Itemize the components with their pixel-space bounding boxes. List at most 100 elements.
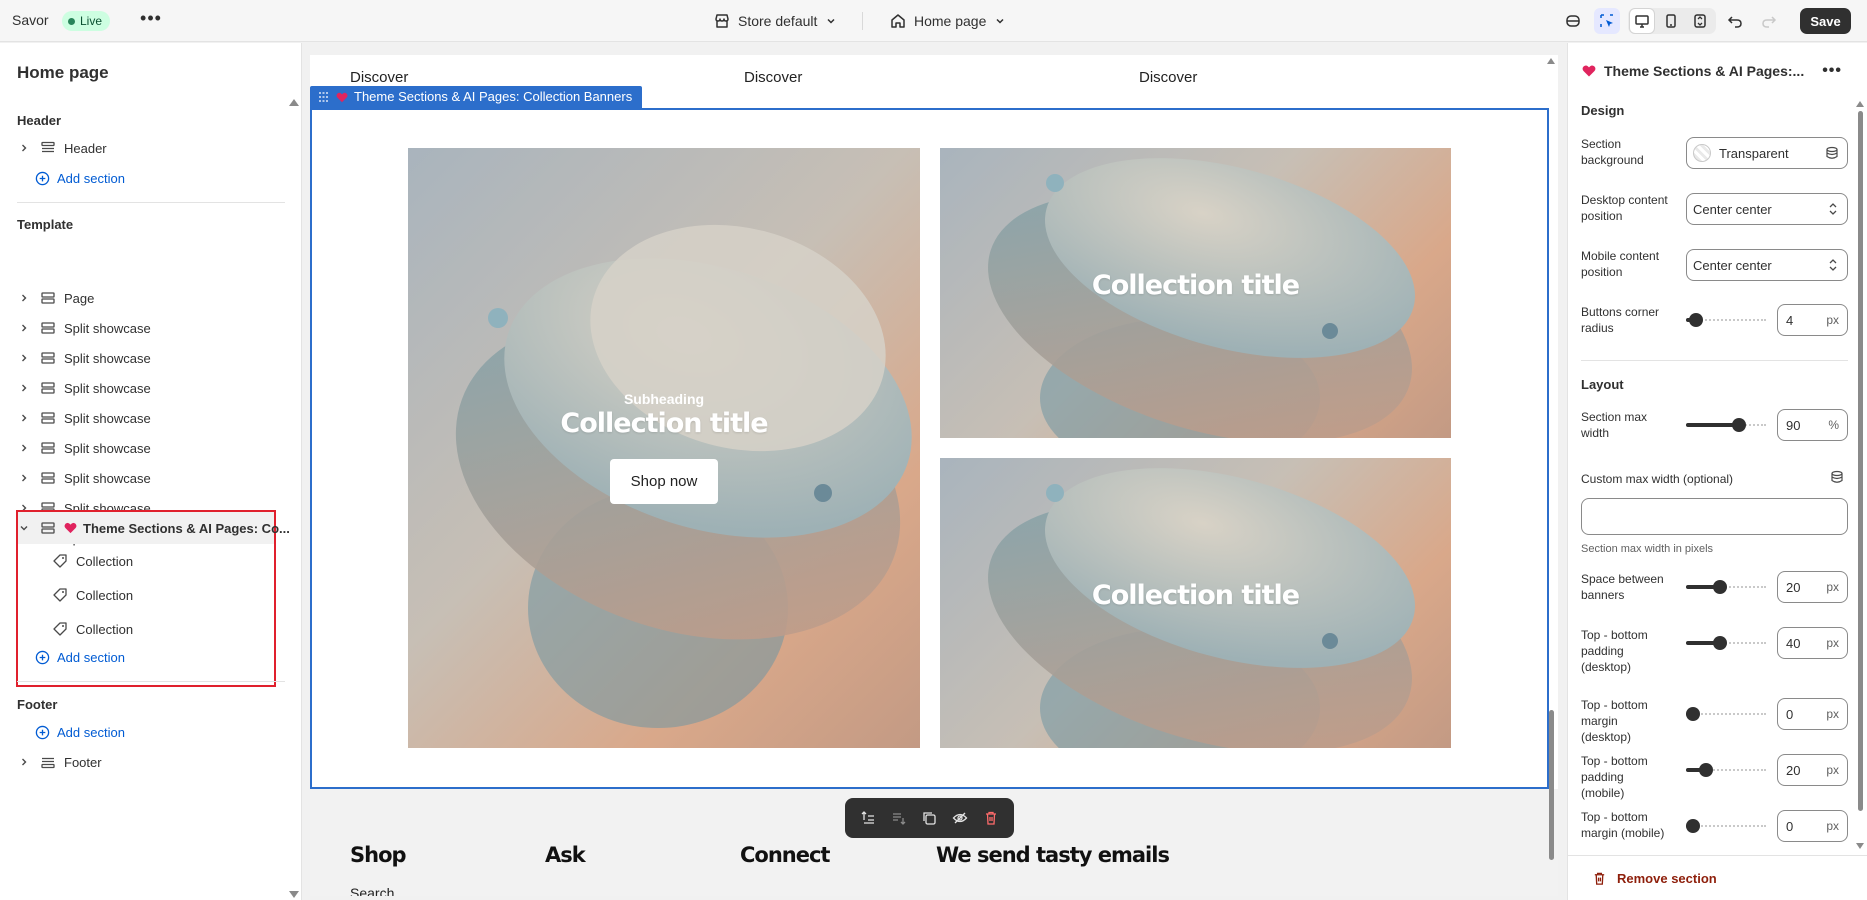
space-between-slider[interactable]	[1686, 580, 1766, 594]
section-background-picker[interactable]: Transparent	[1686, 137, 1848, 169]
theme-name: Savor	[12, 12, 49, 28]
space-between-input[interactable]: 20 px	[1777, 571, 1848, 603]
slider-knob[interactable]	[1686, 707, 1700, 721]
corner-radius-slider[interactable]	[1686, 313, 1766, 327]
delete-icon[interactable]	[979, 806, 1003, 830]
duplicate-icon[interactable]	[917, 806, 941, 830]
tree-item-split-showcase[interactable]: Split showcase	[18, 436, 151, 460]
add-circle-icon	[35, 725, 50, 739]
chevron-right-icon[interactable]	[18, 413, 30, 423]
add-section-template[interactable]: Add section	[35, 645, 125, 669]
nav-link[interactable]: Discover	[744, 69, 802, 86]
padding-mobile-slider[interactable]	[1686, 763, 1766, 777]
collection-banner[interactable]: Collection title	[940, 148, 1451, 438]
main-collection-banner[interactable]: Subheading Collection title Shop now	[408, 148, 920, 748]
unit-label: %	[1828, 418, 1839, 432]
block-collection[interactable]: Collection	[52, 583, 133, 607]
mobile-view-icon[interactable]	[1658, 8, 1684, 34]
undo-icon[interactable]	[1722, 8, 1748, 34]
chevron-right-icon[interactable]	[18, 443, 30, 453]
add-section-header[interactable]: Add section	[35, 166, 125, 190]
page-picker[interactable]: Home page	[890, 10, 1006, 32]
block-collection[interactable]: Collection	[52, 617, 133, 641]
max-width-slider[interactable]	[1686, 418, 1766, 432]
chevron-right-icon[interactable]	[18, 143, 30, 153]
header-section-icon	[40, 140, 56, 156]
max-width-input[interactable]: 90%	[1777, 409, 1848, 441]
margin-mobile-slider[interactable]	[1686, 819, 1766, 833]
redo-icon[interactable]	[1756, 8, 1782, 34]
padding-desktop-slider[interactable]	[1686, 636, 1766, 650]
section-tag-label: Theme Sections & AI Pages: Collection Ba…	[354, 89, 633, 104]
chevron-right-icon[interactable]	[18, 757, 30, 767]
slider-knob[interactable]	[1713, 580, 1727, 594]
tree-item-collection-banners[interactable]: Theme Sections & AI Pages: Co...	[18, 516, 290, 540]
tree-item-footer[interactable]: Footer	[18, 750, 102, 774]
slider-knob[interactable]	[1689, 313, 1703, 327]
slider-knob[interactable]	[1686, 819, 1700, 833]
move-down-icon[interactable]	[887, 806, 911, 830]
chevron-right-icon[interactable]	[18, 323, 30, 333]
hide-icon[interactable]	[948, 806, 972, 830]
add-section-footer[interactable]: Add section	[35, 720, 125, 744]
footer-link[interactable]: Search	[350, 885, 394, 896]
section-tag[interactable]: Theme Sections & AI Pages: Collection Ba…	[310, 86, 643, 108]
nav-link[interactable]: Discover	[350, 69, 408, 86]
tag-icon	[53, 622, 67, 636]
live-badge: Live	[62, 11, 111, 31]
tree-item-split-showcase[interactable]: Split showcase	[18, 406, 151, 430]
desktop-position-select[interactable]: Center center	[1686, 193, 1848, 225]
shop-now-button[interactable]: Shop now	[610, 459, 718, 504]
collection-banner[interactable]: Collection title	[940, 458, 1451, 748]
more-actions-button[interactable]: •••	[140, 9, 162, 31]
store-picker[interactable]: Store default	[714, 10, 837, 32]
page-picker-label: Home page	[914, 13, 987, 29]
block-collection[interactable]: Collection	[52, 549, 133, 573]
slider-knob[interactable]	[1713, 636, 1727, 650]
corner-radius-input[interactable]: 4 px	[1777, 304, 1848, 336]
unit-label: px	[1826, 707, 1839, 721]
app-embeds-icon[interactable]	[1560, 8, 1586, 34]
settings-scroll-down-arrow[interactable]	[1856, 843, 1864, 849]
margin-desktop-input[interactable]: 0 px	[1777, 698, 1848, 730]
more-options-icon[interactable]: •••	[1822, 62, 1842, 80]
chevron-down-icon[interactable]	[18, 523, 30, 533]
scroll-down-arrow[interactable]	[289, 891, 299, 898]
tree-item-split-showcase[interactable]: Split showcase	[18, 346, 151, 370]
chevron-right-icon[interactable]	[18, 383, 30, 393]
tree-item-page[interactable]: Page	[18, 286, 94, 310]
slider-knob[interactable]	[1732, 418, 1746, 432]
help-text: Section max width in pixels	[1581, 543, 1714, 555]
inspector-icon[interactable]	[1594, 8, 1620, 34]
fullscreen-view-icon[interactable]	[1687, 8, 1713, 34]
move-up-icon[interactable]	[856, 806, 880, 830]
margin-desktop-slider[interactable]	[1686, 707, 1766, 721]
save-button[interactable]: Save	[1800, 8, 1851, 34]
padding-desktop-input[interactable]: 40 px	[1777, 627, 1848, 659]
setting-label: Top - bottom padding (mobile)	[1581, 754, 1648, 800]
nav-link[interactable]: Discover	[1139, 69, 1197, 86]
preview-scroll-up-arrow[interactable]	[1547, 58, 1555, 64]
settings-scroll-up-arrow[interactable]	[1856, 101, 1864, 107]
scroll-up-arrow[interactable]	[289, 99, 299, 106]
slider-knob[interactable]	[1699, 763, 1713, 777]
number-value: 20	[1786, 579, 1801, 595]
remove-section-button[interactable]: Remove section	[1568, 855, 1867, 900]
footer-group-title: Footer	[17, 697, 58, 712]
chevron-right-icon[interactable]	[18, 293, 30, 303]
tree-item-split-showcase[interactable]: Split showcase	[18, 376, 151, 400]
margin-mobile-input[interactable]: 0 px	[1777, 810, 1848, 842]
block-label: Collection	[76, 553, 134, 569]
database-icon[interactable]	[1830, 470, 1844, 484]
padding-mobile-input[interactable]: 20 px	[1777, 754, 1848, 786]
custom-max-width-input[interactable]	[1581, 498, 1848, 535]
tree-item-split-showcase[interactable]: Split showcase	[18, 316, 151, 340]
tree-item-split-showcase[interactable]: Split showcase	[18, 466, 151, 490]
mobile-position-select[interactable]: Center center	[1686, 249, 1848, 281]
tree-item-header[interactable]: Header	[18, 136, 107, 160]
preview-scrollbar[interactable]	[1549, 710, 1554, 860]
chevron-right-icon[interactable]	[18, 353, 30, 363]
settings-scrollbar[interactable]	[1858, 111, 1863, 811]
chevron-right-icon[interactable]	[18, 473, 30, 483]
desktop-view-icon[interactable]	[1629, 8, 1655, 34]
